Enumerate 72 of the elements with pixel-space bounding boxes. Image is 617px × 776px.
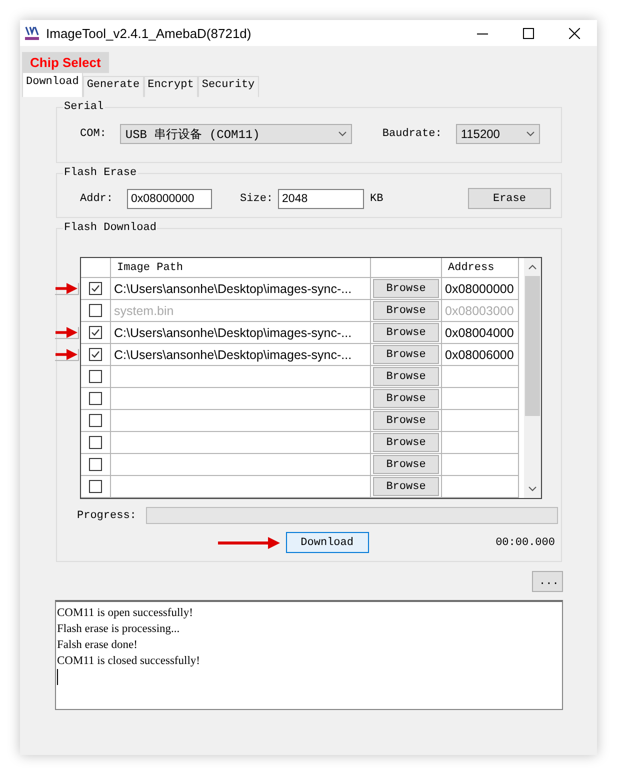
column-header: Address (442, 258, 519, 278)
com-dropdown[interactable]: USB 串行设备 (COM11) (120, 124, 352, 144)
column-header (371, 258, 442, 278)
table-row[interactable]: C:\Users\ansonhe\Desktop\images-sync-... Browse 0x08004000 (81, 322, 524, 344)
window-title: ImageTool_v2.4.1_AmebaD(8721d) (46, 26, 252, 40)
browse-button[interactable]: Browse (373, 411, 439, 430)
chevron-down-icon (526, 131, 535, 137)
checkbox[interactable] (89, 282, 102, 295)
column-header: Image Path (111, 258, 371, 278)
tab[interactable]: Encrypt (144, 76, 198, 97)
more-button[interactable]: ... (532, 571, 563, 592)
checkbox[interactable] (89, 326, 102, 339)
size-label: Size: (240, 192, 274, 204)
checkbox[interactable] (89, 348, 102, 361)
maximize-icon[interactable] (522, 28, 534, 38)
app-logo-icon (24, 25, 40, 41)
log-line: COM11 is closed successfully! (57, 654, 201, 669)
table-row[interactable]: Browse (81, 454, 524, 476)
table-row[interactable]: Browse (81, 432, 524, 454)
table-cell: 0x08006000 (442, 344, 519, 366)
browse-button[interactable]: Browse (373, 433, 439, 452)
table-row[interactable]: C:\Users\ansonhe\Desktop\images-sync-... Browse 0x08006000 (81, 344, 524, 366)
column-header (81, 258, 111, 278)
download-button[interactable]: Download (286, 532, 369, 553)
log-line: Falsh erase done! (57, 638, 138, 653)
tab[interactable]: Generate (82, 76, 144, 97)
table-cell: C:\Users\ansonhe\Desktop\images-sync-... (111, 278, 371, 300)
table-row[interactable]: C:\Users\ansonhe\Desktop\images-sync-... Browse 0x08000000 (81, 278, 524, 300)
table-row[interactable]: Browse (81, 366, 524, 388)
table-cell: 0x08003000 (442, 300, 519, 322)
table-row[interactable]: Browse (81, 388, 524, 410)
checkbox[interactable] (89, 370, 102, 383)
checkbox[interactable] (89, 458, 102, 471)
addr-field[interactable]: 0x08000000 (127, 188, 212, 208)
table-cell: C:\Users\ansonhe\Desktop\images-sync-... (111, 344, 371, 366)
chevron-down-icon (338, 131, 348, 137)
log-line: Flash erase is processing... (57, 622, 181, 637)
log-line: COM11 is open successfully! (57, 606, 194, 621)
table-cell: C:\Users\ansonhe\Desktop\images-sync-... (111, 322, 371, 344)
browse-button[interactable]: Browse (373, 323, 439, 342)
erase-button[interactable]: Erase (468, 188, 551, 209)
com-label: COM: (80, 128, 106, 140)
table-cell: system.bin (111, 300, 371, 322)
table-row[interactable]: Browse (81, 410, 524, 432)
addr-label: Addr: (80, 192, 114, 204)
progress-label: Progress: (77, 510, 138, 522)
scrollbar[interactable] (524, 258, 541, 498)
browse-button[interactable]: Browse (373, 345, 439, 364)
browse-button[interactable]: Browse (373, 477, 439, 496)
checkbox[interactable] (89, 392, 102, 405)
checkbox[interactable] (89, 414, 102, 427)
baudrate-dropdown[interactable]: 115200 (456, 124, 540, 144)
browse-button[interactable]: Browse (373, 367, 439, 386)
scroll-down-icon[interactable] (528, 486, 537, 492)
elapsed-time: 00:00.000 (496, 536, 555, 548)
close-icon[interactable] (568, 28, 580, 38)
unit-label: KB (370, 192, 384, 204)
scroll-thumb[interactable] (525, 276, 540, 416)
tab[interactable]: Security (198, 76, 259, 97)
browse-button[interactable]: Browse (373, 279, 439, 298)
checkbox[interactable] (89, 436, 102, 449)
browse-button[interactable]: Browse (373, 389, 439, 408)
text-cursor (57, 669, 58, 685)
checkbox[interactable] (89, 480, 102, 493)
table-cell: 0x08000000 (442, 278, 519, 300)
baudrate-label: Baudrate: (382, 128, 442, 140)
table-row[interactable]: Browse (81, 476, 524, 498)
browse-button[interactable]: Browse (373, 455, 439, 474)
tab[interactable]: Download (22, 72, 83, 97)
scroll-up-icon[interactable] (528, 264, 537, 270)
size-field[interactable]: 2048 (278, 188, 364, 208)
table-cell: 0x08004000 (442, 322, 519, 344)
